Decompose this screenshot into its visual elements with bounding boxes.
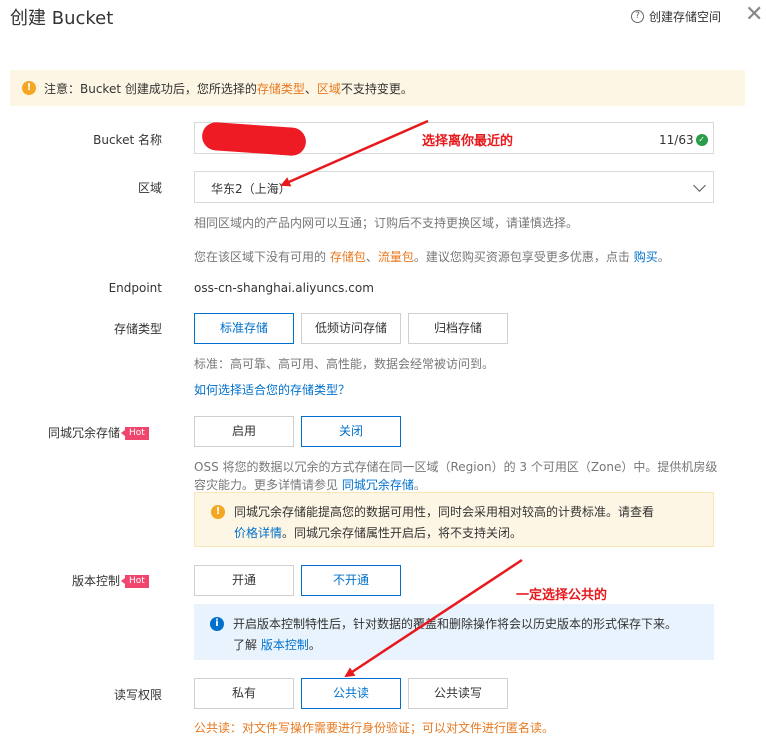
zrs-label-group: 同城冗余存储 Hot — [48, 424, 149, 441]
region-value: 华东2（上海） — [211, 182, 291, 196]
versioning-label-group: 版本控制 Hot — [72, 572, 149, 589]
char-counter: 11/63 ✓ — [659, 133, 708, 147]
versioning-info-end: 。 — [308, 638, 321, 652]
storage-class-label: 存储类型 — [113, 322, 162, 336]
region-hint: 相同区域内的产品内网可以互通；订购后不支持更换区域，请谨慎选择。 — [194, 216, 579, 230]
acl-public-read-write-option[interactable]: 公共读写 — [408, 678, 508, 709]
check-icon: ✓ — [695, 134, 708, 146]
zrs-disable-option[interactable]: 关闭 — [301, 416, 401, 447]
zrs-warning-rest: 。同城冗余存储属性开启后，将不支持关闭。 — [282, 526, 523, 540]
notice-suffix: 不支持变更。 — [340, 81, 413, 96]
versioning-info-box: i 开启版本控制特性后，针对数据的覆盖和删除操作将会以历史版本的形式保存下来。 … — [194, 604, 714, 660]
versioning-disable-option[interactable]: 不开通 — [301, 565, 401, 596]
help-link[interactable]: ? 创建存储空间 — [631, 8, 721, 25]
endpoint-label: Endpoint — [108, 281, 162, 295]
warning-icon: ! — [22, 81, 36, 95]
zrs-warning-line2: 价格详情。同城冗余存储属性开启后，将不支持关闭。 — [234, 524, 522, 541]
notice-highlight-storage: 存储类型 — [256, 81, 305, 96]
zrs-desc-prefix: 容灾能力。更多详情请参见 — [194, 478, 342, 492]
storage-package-link[interactable]: 存储包 — [330, 250, 366, 264]
storage-infrequent-option[interactable]: 低频访问存储 — [301, 313, 401, 344]
bucket-name-label: Bucket 名称 — [93, 133, 162, 147]
warning-icon: ! — [211, 505, 225, 519]
zrs-desc-line2: 容灾能力。更多详情请参见 同城冗余存储。 — [194, 476, 426, 493]
notice-prefix: 注意：Bucket 创建成功后，您所选择的 — [44, 81, 257, 96]
char-count: 11/63 — [659, 133, 694, 147]
zrs-warning-line1: 同城冗余存储能提高您的数据可用性，同时会采用相对较高的计费标准。请查看 — [234, 505, 655, 519]
chevron-down-icon — [693, 179, 706, 192]
package-hint-prefix: 您在该区域下没有可用的 — [194, 250, 330, 264]
storage-standard-option[interactable]: 标准存储 — [194, 313, 294, 344]
pricing-link[interactable]: 价格详情 — [234, 526, 282, 540]
package-hint-sep: 、 — [365, 250, 378, 264]
traffic-package-link[interactable]: 流量包 — [378, 250, 414, 264]
notice-sep: 、 — [304, 81, 317, 96]
storage-class-help-link[interactable]: 如何选择适合您的存储类型？ — [194, 381, 350, 398]
hot-badge: Hot — [121, 427, 149, 440]
versioning-info-line1: 开启版本控制特性后，针对数据的覆盖和删除操作将会以历史版本的形式保存下来。 — [233, 617, 678, 631]
versioning-enable-option[interactable]: 开通 — [194, 565, 294, 596]
storage-archive-option[interactable]: 归档存储 — [408, 313, 508, 344]
acl-warning: 公共读：对文件写操作需要进行身份验证；可以对文件进行匿名读。 — [194, 721, 555, 735]
hot-badge: Hot — [121, 575, 149, 588]
acl-label: 读写权限 — [113, 688, 162, 702]
zrs-label: 同城冗余存储 — [48, 426, 121, 440]
zrs-enable-option[interactable]: 启用 — [194, 416, 294, 447]
region-select[interactable]: 华东2（上海） — [194, 171, 714, 203]
close-icon[interactable]: ✕ — [745, 2, 763, 27]
versioning-doc-link[interactable]: 版本控制 — [261, 638, 309, 652]
notice-banner: ! 注意：Bucket 创建成功后，您所选择的 存储类型 、 区域 不支持变更。 — [10, 70, 745, 106]
versioning-label: 版本控制 — [72, 574, 121, 588]
dialog-title: 创建 Bucket — [10, 8, 114, 29]
zrs-desc-line1: OSS 将您的数据以冗余的方式存储在同一区域（Region）的 3 个可用区（Z… — [194, 460, 718, 474]
endpoint-value: oss-cn-shanghai.aliyuncs.com — [194, 281, 374, 295]
versioning-info-prefix: 了解 — [233, 638, 261, 652]
storage-class-hint: 标准：高可靠、高可用、高性能，数据会经常被访问到。 — [194, 357, 495, 371]
annotation-nearest: 选择离你最近的 — [422, 134, 514, 149]
zrs-doc-link[interactable]: 同城冗余存储 — [342, 478, 414, 492]
package-hint-end: 。 — [657, 250, 670, 264]
zrs-desc-end: 。 — [413, 478, 426, 492]
notice-highlight-region: 区域 — [316, 81, 341, 96]
zrs-warning-box: ! 同城冗余存储能提高您的数据可用性，同时会采用相对较高的计费标准。请查看 价格… — [194, 492, 714, 547]
acl-public-read-option[interactable]: 公共读 — [301, 678, 401, 709]
help-label: 创建存储空间 — [649, 10, 722, 24]
annotation-public: 一定选择公共的 — [516, 588, 608, 603]
buy-link[interactable]: 购买 — [634, 250, 658, 264]
region-label: 区域 — [137, 181, 162, 195]
versioning-info-line2: 了解 版本控制。 — [233, 636, 321, 653]
package-hint-middle: 。建议您购买资源包享受更多优惠，点击 — [413, 250, 634, 264]
info-icon: i — [210, 617, 224, 631]
question-icon: ? — [631, 10, 644, 23]
region-package-hint: 您在该区域下没有可用的 存储包、流量包。建议您购买资源包享受更多优惠，点击 购买… — [194, 248, 670, 265]
acl-private-option[interactable]: 私有 — [194, 678, 294, 709]
